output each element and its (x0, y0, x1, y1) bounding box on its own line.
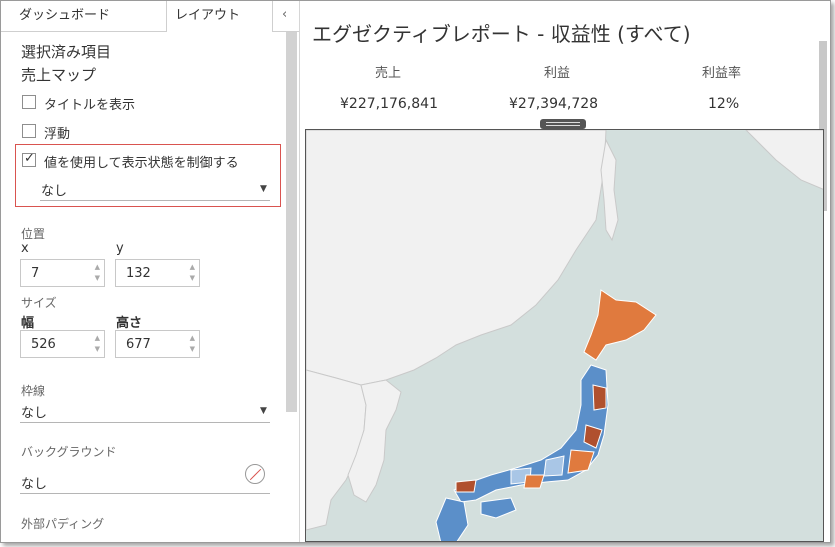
tab-dashboard[interactable]: ダッシュボード (19, 1, 110, 31)
y-input[interactable]: 132 ▲ ▼ (115, 259, 200, 287)
control-visibility-label: 値を使用して表示状態を制御する (44, 156, 239, 171)
background-dropdown[interactable]: なし (21, 473, 47, 492)
panel-scrollbar[interactable] (286, 32, 297, 412)
y-label: y (116, 241, 124, 256)
drag-handle[interactable] (540, 119, 586, 129)
chugoku-region[interactable] (455, 479, 477, 493)
dashboard-canvas: エグゼクティブレポート - 収益性 (すべて) 売上 利益 利益率 ¥227,1… (300, 1, 830, 542)
background-label: バックグラウンド (21, 445, 117, 459)
iwate-region[interactable] (592, 384, 607, 411)
border-dropdown[interactable]: なし (21, 402, 47, 421)
floating-checkbox[interactable] (22, 124, 36, 138)
height-value: 677 (126, 337, 151, 352)
dropdown-arrow-icon[interactable]: ▼ (260, 406, 267, 416)
side-panel: ダッシュボード レイアウト ‹ 選択済み項目 売上マップ タイトルを表示 浮動 … (1, 1, 300, 542)
kpi-margin-value: 12% (708, 96, 740, 112)
x-label: x (21, 241, 29, 256)
outer-padding-label: 外部パディング (21, 517, 105, 531)
x-input[interactable]: 7 ▲ ▼ (20, 259, 105, 287)
checkmark-icon: ✓ (24, 151, 35, 166)
chevron-left-icon[interactable]: ‹ (282, 7, 287, 22)
no-color-swatch-icon[interactable] (245, 464, 265, 484)
dropdown-underline (20, 422, 270, 423)
stepper-icon[interactable]: ▲ ▼ (95, 262, 100, 284)
selected-item-name: 売上マップ (21, 66, 97, 84)
height-label: 高さ (116, 316, 143, 331)
stepper-icon[interactable]: ▲ ▼ (95, 333, 100, 355)
kpi-margin-label: 利益率 (702, 66, 742, 81)
dropdown-underline (20, 493, 270, 494)
tab-layout[interactable]: レイアウト (166, 1, 273, 32)
show-title-label: タイトルを表示 (44, 98, 136, 113)
control-visibility-checkbox[interactable]: ✓ (22, 151, 36, 167)
sales-map[interactable] (305, 129, 824, 542)
dropdown-underline (40, 200, 270, 201)
x-value: 7 (31, 266, 40, 281)
width-value: 526 (31, 337, 56, 352)
kpi-sales-value: ¥227,176,841 (340, 96, 438, 112)
width-input[interactable]: 526 ▲ ▼ (20, 330, 105, 358)
width-label: 幅 (21, 316, 35, 331)
kpi-profit-value: ¥27,394,728 (509, 96, 599, 112)
dropdown-arrow-icon[interactable]: ▼ (260, 184, 267, 194)
stepper-icon[interactable]: ▲ ▼ (190, 333, 195, 355)
tableau-window: ダッシュボード レイアウト ‹ 選択済み項目 売上マップ タイトルを表示 浮動 … (0, 0, 831, 543)
size-label: サイズ (21, 296, 57, 310)
height-input[interactable]: 677 ▲ ▼ (115, 330, 200, 358)
y-value: 132 (126, 266, 151, 281)
position-label: 位置 (21, 227, 46, 241)
japan-map-graphic (306, 130, 823, 541)
kpi-profit-label: 利益 (544, 66, 571, 81)
stepper-icon[interactable]: ▲ ▼ (190, 262, 195, 284)
selected-item-heading: 選択済み項目 (21, 43, 112, 61)
floating-label: 浮動 (44, 127, 71, 142)
show-title-checkbox[interactable] (22, 95, 36, 109)
border-label: 枠線 (21, 384, 46, 398)
report-title: エグゼクティブレポート - 収益性 (すべて) (312, 22, 691, 46)
panel-tabs: ダッシュボード レイアウト ‹ (1, 1, 299, 32)
kpi-sales-label: 売上 (375, 66, 402, 81)
aichi-region[interactable] (523, 474, 545, 489)
control-visibility-dropdown[interactable]: なし (41, 180, 67, 199)
